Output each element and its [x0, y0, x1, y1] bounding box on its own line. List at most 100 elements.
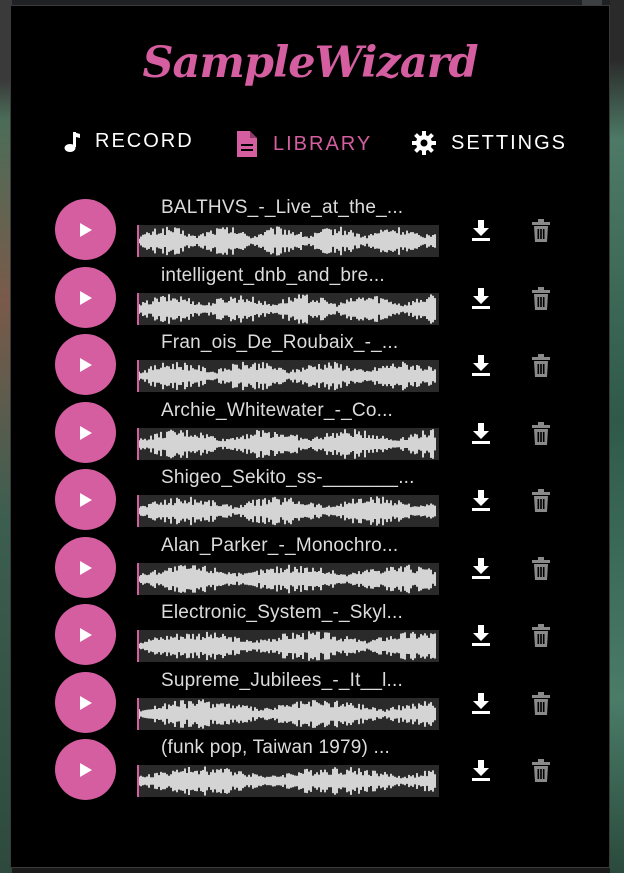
download-button[interactable]: [467, 352, 495, 380]
file-icon: [237, 131, 257, 157]
trash-icon: [532, 354, 550, 377]
sample-row: Electronic_System_-_Skyl...: [55, 602, 575, 666]
waveform-bars: [139, 361, 436, 391]
waveform[interactable]: [137, 765, 439, 797]
waveform-bars: [139, 699, 436, 729]
play-button[interactable]: [55, 334, 116, 395]
waveform-graphic: [139, 429, 436, 459]
play-icon: [79, 695, 92, 710]
waveform[interactable]: [137, 563, 439, 595]
waveform-bars: [139, 766, 436, 796]
download-icon: [472, 625, 490, 646]
download-button[interactable]: [467, 285, 495, 313]
waveform-graphic: [139, 496, 436, 526]
music-note-icon: [64, 131, 80, 152]
delete-button[interactable]: [527, 487, 555, 515]
play-icon: [79, 560, 92, 575]
sample-title: Electronic_System_-_Skyl...: [161, 602, 403, 623]
download-icon: [472, 423, 490, 444]
play-button[interactable]: [55, 537, 116, 598]
trash-icon: [532, 692, 550, 715]
sample-title: Fran_ois_De_Roubaix_-_...: [161, 332, 399, 353]
sample-row: (funk pop, Taiwan 1979) ...: [55, 737, 575, 801]
trash-icon: [532, 219, 550, 242]
delete-button[interactable]: [527, 352, 555, 380]
waveform-graphic: [139, 226, 436, 256]
download-button[interactable]: [467, 622, 495, 650]
waveform[interactable]: [137, 428, 439, 460]
download-icon: [472, 490, 490, 511]
sample-row: Shigeo_Sekito_ss-_______...: [55, 467, 575, 531]
tab-library[interactable]: LIBRARY: [235, 130, 372, 158]
sample-title: Archie_Whitewater_-_Co...: [161, 400, 394, 421]
delete-button[interactable]: [527, 622, 555, 650]
play-icon: [79, 425, 92, 440]
trash-icon: [532, 624, 550, 647]
waveform-bars: [139, 429, 436, 459]
play-button[interactable]: [55, 469, 116, 530]
download-button[interactable]: [467, 690, 495, 718]
tab-record[interactable]: RECORD: [63, 130, 194, 153]
tab-settings[interactable]: SETTINGS: [411, 130, 567, 156]
waveform-bars: [139, 564, 436, 594]
download-button[interactable]: [467, 555, 495, 583]
play-button[interactable]: [55, 199, 116, 260]
app-logo: SampleWizard: [142, 38, 478, 88]
delete-button[interactable]: [527, 555, 555, 583]
play-button[interactable]: [55, 672, 116, 733]
sample-title: Alan_Parker_-_Monochro...: [161, 535, 399, 556]
trash-icon: [532, 557, 550, 580]
waveform[interactable]: [137, 630, 439, 662]
download-button[interactable]: [467, 487, 495, 515]
waveform-graphic: [139, 699, 436, 729]
tab-settings-label: SETTINGS: [451, 131, 568, 154]
sample-row: Fran_ois_De_Roubaix_-_...: [55, 332, 575, 396]
sample-title: BALTHVS_-_Live_at_the_...: [161, 197, 404, 218]
play-icon: [79, 357, 92, 372]
sample-row: Alan_Parker_-_Monochro...: [55, 535, 575, 599]
delete-button[interactable]: [527, 285, 555, 313]
delete-button[interactable]: [527, 757, 555, 785]
play-button[interactable]: [55, 267, 116, 328]
waveform-bars: [139, 496, 436, 526]
play-icon: [79, 492, 92, 507]
download-icon: [472, 220, 490, 241]
delete-button[interactable]: [527, 690, 555, 718]
waveform-graphic: [139, 766, 436, 796]
download-icon: [472, 355, 490, 376]
play-button[interactable]: [55, 402, 116, 463]
waveform[interactable]: [137, 293, 439, 325]
play-icon: [79, 762, 92, 777]
waveform[interactable]: [137, 225, 439, 257]
sample-row: BALTHVS_-_Live_at_the_...: [55, 197, 575, 261]
download-button[interactable]: [467, 217, 495, 245]
download-button[interactable]: [467, 420, 495, 448]
waveform[interactable]: [137, 360, 439, 392]
extension-popup: SampleWizard RECORD LIBRARY SETTINGS BAL…: [10, 5, 610, 868]
delete-button[interactable]: [527, 420, 555, 448]
delete-button[interactable]: [527, 217, 555, 245]
play-button[interactable]: [55, 739, 116, 800]
waveform-graphic: [139, 361, 436, 391]
download-icon: [472, 288, 490, 309]
play-icon: [79, 222, 92, 237]
waveform-graphic: [139, 631, 436, 661]
tab-library-label: LIBRARY: [273, 132, 373, 155]
trash-icon: [532, 759, 550, 782]
play-icon: [79, 290, 92, 305]
download-button[interactable]: [467, 757, 495, 785]
play-icon: [79, 627, 92, 642]
waveform-graphic: [139, 294, 436, 324]
sample-title: Supreme_Jubilees_-_It__l...: [161, 670, 403, 691]
waveform-bars: [139, 294, 436, 324]
sample-title: (funk pop, Taiwan 1979) ...: [161, 737, 390, 758]
trash-icon: [532, 287, 550, 310]
play-button[interactable]: [55, 604, 116, 665]
waveform[interactable]: [137, 698, 439, 730]
waveform[interactable]: [137, 495, 439, 527]
nav-tabs: RECORD LIBRARY SETTINGS: [11, 130, 609, 166]
waveform-bars: [139, 226, 436, 256]
trash-icon: [532, 489, 550, 512]
sample-title: intelligent_dnb_and_bre...: [161, 265, 385, 286]
waveform-graphic: [139, 564, 436, 594]
